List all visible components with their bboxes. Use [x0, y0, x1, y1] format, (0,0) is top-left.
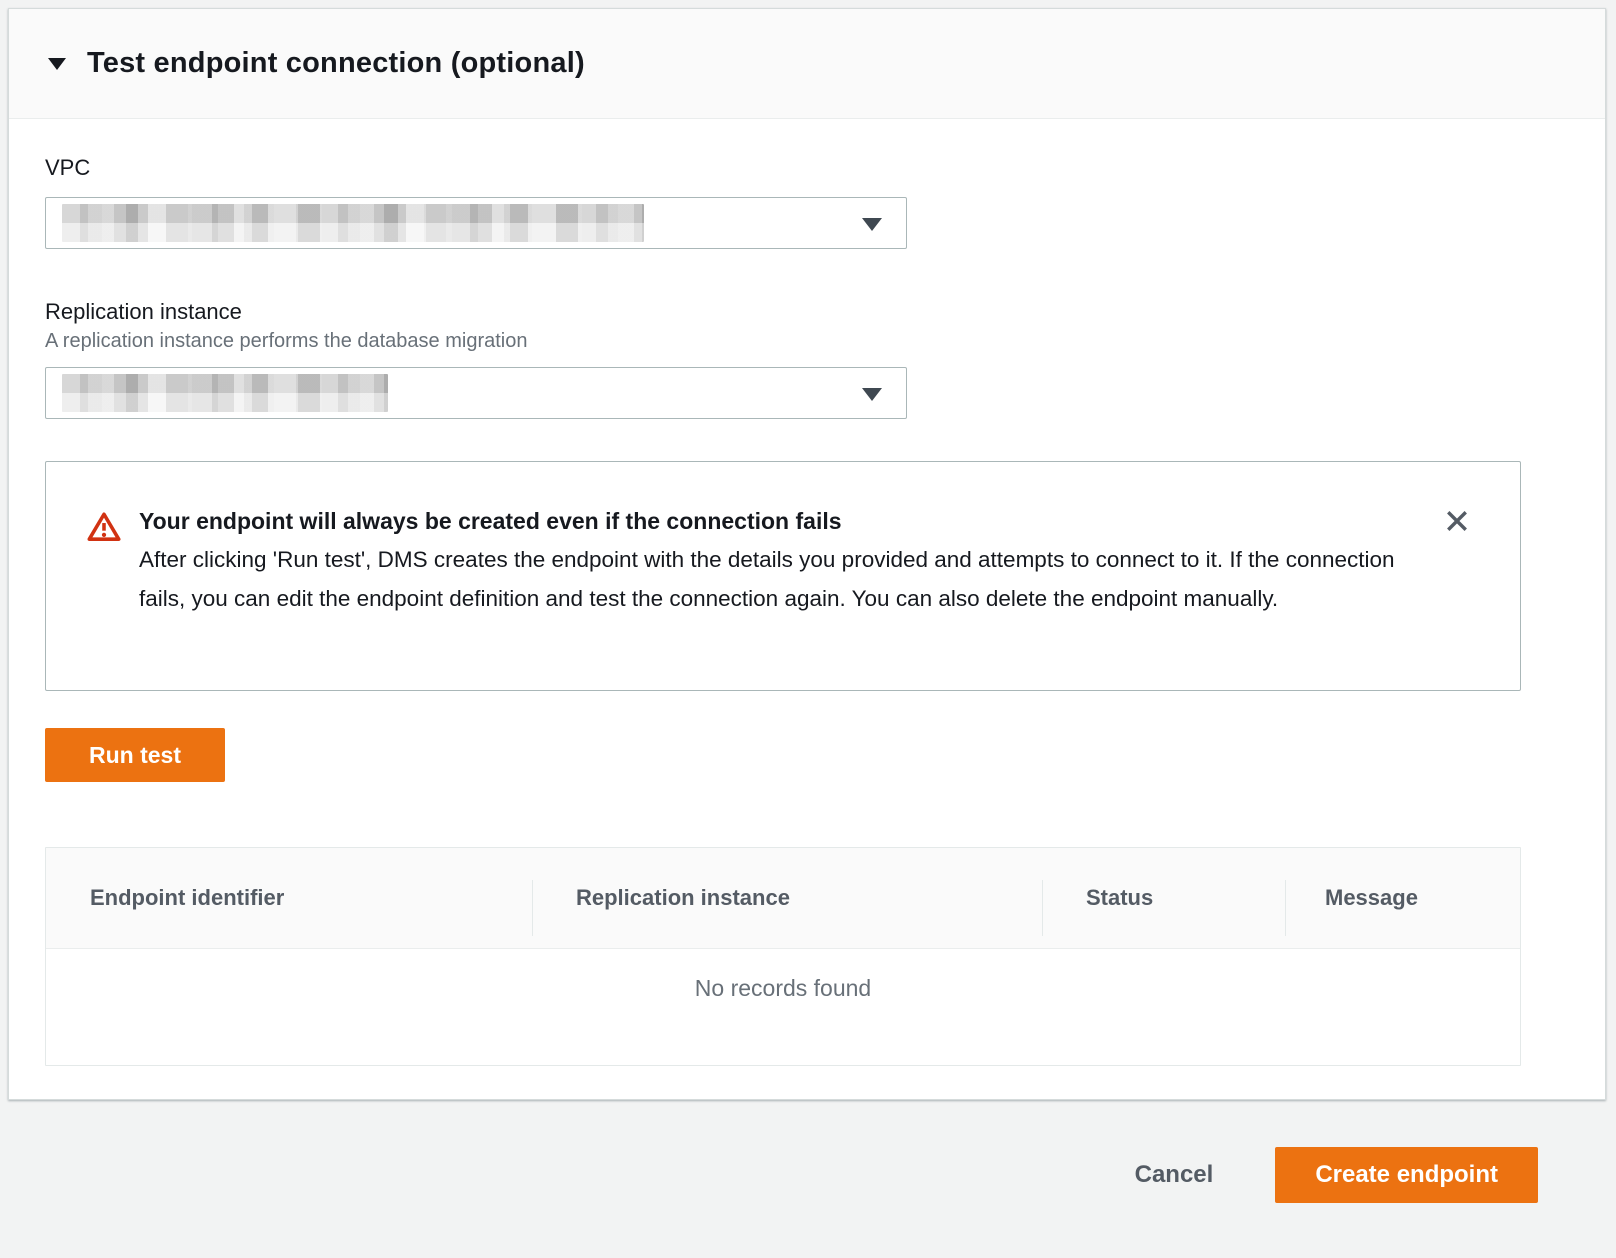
vpc-field: VPC	[45, 155, 1521, 249]
column-header-message: Message	[1285, 848, 1520, 948]
no-records-message: No records found	[695, 975, 871, 1002]
table-header-row: Endpoint identifier Replication instance…	[46, 848, 1520, 949]
test-endpoint-panel: Test endpoint connection (optional) VPC …	[8, 8, 1606, 1100]
section-title: Test endpoint connection (optional)	[87, 47, 585, 80]
replication-instance-label: Replication instance	[45, 299, 1521, 325]
section-header-toggle[interactable]: Test endpoint connection (optional)	[9, 9, 1605, 119]
alert-close-button[interactable]	[1440, 504, 1474, 538]
triangle-down-icon	[862, 218, 882, 231]
create-endpoint-button[interactable]: Create endpoint	[1275, 1147, 1538, 1203]
replication-instance-description: A replication instance performs the data…	[45, 330, 1521, 353]
footer-actions: Cancel Create endpoint	[0, 1147, 1616, 1203]
alert-title: Your endpoint will always be created eve…	[139, 508, 1410, 535]
triangle-down-icon	[862, 388, 882, 401]
test-results-table: Endpoint identifier Replication instance…	[45, 847, 1521, 1066]
redacted-replication-value	[62, 374, 388, 412]
run-test-button[interactable]: Run test	[45, 728, 225, 782]
warning-alert: Your endpoint will always be created eve…	[45, 461, 1521, 691]
replication-instance-field: Replication instance A replication insta…	[45, 299, 1521, 419]
table-empty-state: No records found	[46, 949, 1520, 1065]
replication-instance-select[interactable]	[45, 367, 907, 419]
alert-content: Your endpoint will always be created eve…	[139, 508, 1410, 618]
redacted-vpc-value	[62, 204, 644, 242]
column-header-endpoint-identifier: Endpoint identifier	[46, 848, 532, 948]
section-body: VPC Replication instance A replication i…	[9, 155, 1605, 1066]
close-icon	[1442, 506, 1472, 536]
column-header-status: Status	[1042, 848, 1285, 948]
column-header-replication-instance: Replication instance	[532, 848, 1042, 948]
triangle-down-icon	[48, 58, 66, 70]
warning-triangle-icon	[87, 511, 121, 548]
vpc-label: VPC	[45, 155, 1521, 181]
cancel-button[interactable]: Cancel	[1135, 1161, 1214, 1189]
alert-body-text: After clicking 'Run test', DMS creates t…	[139, 541, 1410, 618]
vpc-select[interactable]	[45, 197, 907, 249]
